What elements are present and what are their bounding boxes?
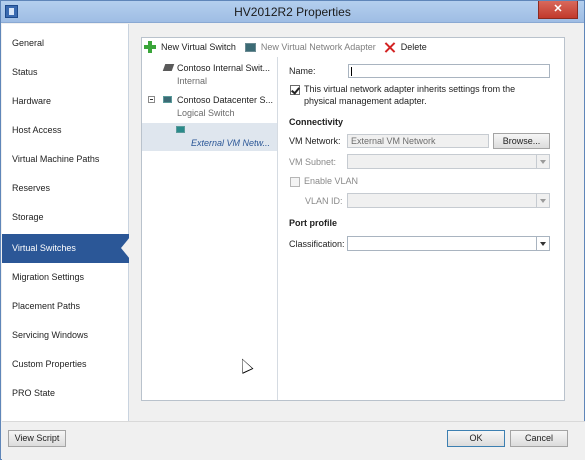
name-label: Name: xyxy=(289,66,316,76)
browse-button[interactable]: Browse... xyxy=(493,133,550,149)
chevron-down-icon xyxy=(536,155,549,168)
properties-window: HV2012R2 Properties ✕ General Status Har… xyxy=(0,0,585,460)
inherit-settings-text-1: This virtual network adapter inherits se… xyxy=(304,84,516,94)
window-title: HV2012R2 Properties xyxy=(234,5,351,19)
classification-select[interactable] xyxy=(347,236,550,251)
nav-item-hardware[interactable]: Hardware xyxy=(2,87,129,116)
nav-item-storage[interactable]: Storage xyxy=(2,203,129,232)
delete-button[interactable]: Delete xyxy=(385,42,427,53)
tree-node-external-vm-network[interactable]: External VM Netw... xyxy=(191,138,270,148)
nav-item-placement-paths[interactable]: Placement Paths xyxy=(2,292,129,321)
tree-node-internal-type: Internal xyxy=(177,76,208,86)
enable-vlan-label: Enable VLAN xyxy=(304,176,359,186)
collapse-icon[interactable] xyxy=(148,96,155,103)
new-virtual-network-adapter-button[interactable]: New Virtual Network Adapter xyxy=(244,42,376,52)
toolbar: New Virtual Switch New Virtual Network A… xyxy=(144,39,436,55)
nav-item-migration-settings[interactable]: Migration Settings xyxy=(2,263,129,292)
vm-network-field: External VM Network xyxy=(347,134,489,148)
tree-node-internal-switch[interactable]: Contoso Internal Swit... xyxy=(177,63,270,73)
chevron-down-icon xyxy=(536,194,549,207)
bottom-bar: View Script OK Cancel xyxy=(2,421,585,460)
nav-item-virtual-switches[interactable]: Virtual Switches xyxy=(2,234,130,263)
left-nav: General Status Hardware Host Access Virt… xyxy=(2,24,130,421)
cancel-button[interactable]: Cancel xyxy=(510,430,568,447)
vm-subnet-label: VM Subnet: xyxy=(289,157,337,167)
tree-node-datacenter-type: Logical Switch xyxy=(177,108,235,118)
inherit-settings-text-2: physical management adapter. xyxy=(304,96,427,106)
connectivity-heading: Connectivity xyxy=(289,117,344,127)
nav-item-virtual-machine-paths[interactable]: Virtual Machine Paths xyxy=(2,145,129,174)
nav-item-pro-state[interactable]: PRO State xyxy=(2,379,129,408)
nav-item-custom-properties[interactable]: Custom Properties xyxy=(2,350,129,379)
new-virtual-switch-label: New Virtual Switch xyxy=(161,42,236,52)
tree-node-datacenter-switch[interactable]: Contoso Datacenter S... xyxy=(177,95,273,105)
chevron-down-icon xyxy=(536,237,549,250)
nav-item-status[interactable]: Status xyxy=(2,58,129,87)
vlan-id-label: VLAN ID: xyxy=(305,196,343,206)
port-profile-heading: Port profile xyxy=(289,218,338,228)
name-input[interactable] xyxy=(348,64,550,78)
nav-item-general[interactable]: General xyxy=(2,29,129,58)
vm-network-adapter-icon xyxy=(176,126,185,133)
new-virtual-switch-button[interactable]: New Virtual Switch xyxy=(144,41,236,53)
title-bar: HV2012R2 Properties ✕ xyxy=(1,1,584,23)
vm-subnet-select[interactable] xyxy=(347,154,550,169)
network-adapter-icon xyxy=(244,42,256,52)
new-virtual-network-adapter-label: New Virtual Network Adapter xyxy=(260,42,376,52)
view-script-button[interactable]: View Script xyxy=(8,430,66,447)
text-caret xyxy=(351,67,352,76)
vm-network-label: VM Network: xyxy=(289,136,341,146)
classification-label: Classification: xyxy=(289,239,345,249)
enable-vlan-checkbox[interactable] xyxy=(290,177,300,187)
ok-button[interactable]: OK xyxy=(447,430,505,447)
nav-item-reserves[interactable]: Reserves xyxy=(2,174,129,203)
close-button[interactable]: ✕ xyxy=(538,1,578,19)
plus-icon xyxy=(144,41,156,53)
inherit-settings-checkbox[interactable] xyxy=(290,85,300,95)
delete-label: Delete xyxy=(400,42,427,52)
delete-x-icon xyxy=(385,42,396,53)
nav-item-servicing-windows[interactable]: Servicing Windows xyxy=(2,321,129,350)
logical-switch-icon xyxy=(163,96,172,103)
vlan-id-select[interactable] xyxy=(347,193,550,208)
nav-item-host-access[interactable]: Host Access xyxy=(2,116,129,145)
